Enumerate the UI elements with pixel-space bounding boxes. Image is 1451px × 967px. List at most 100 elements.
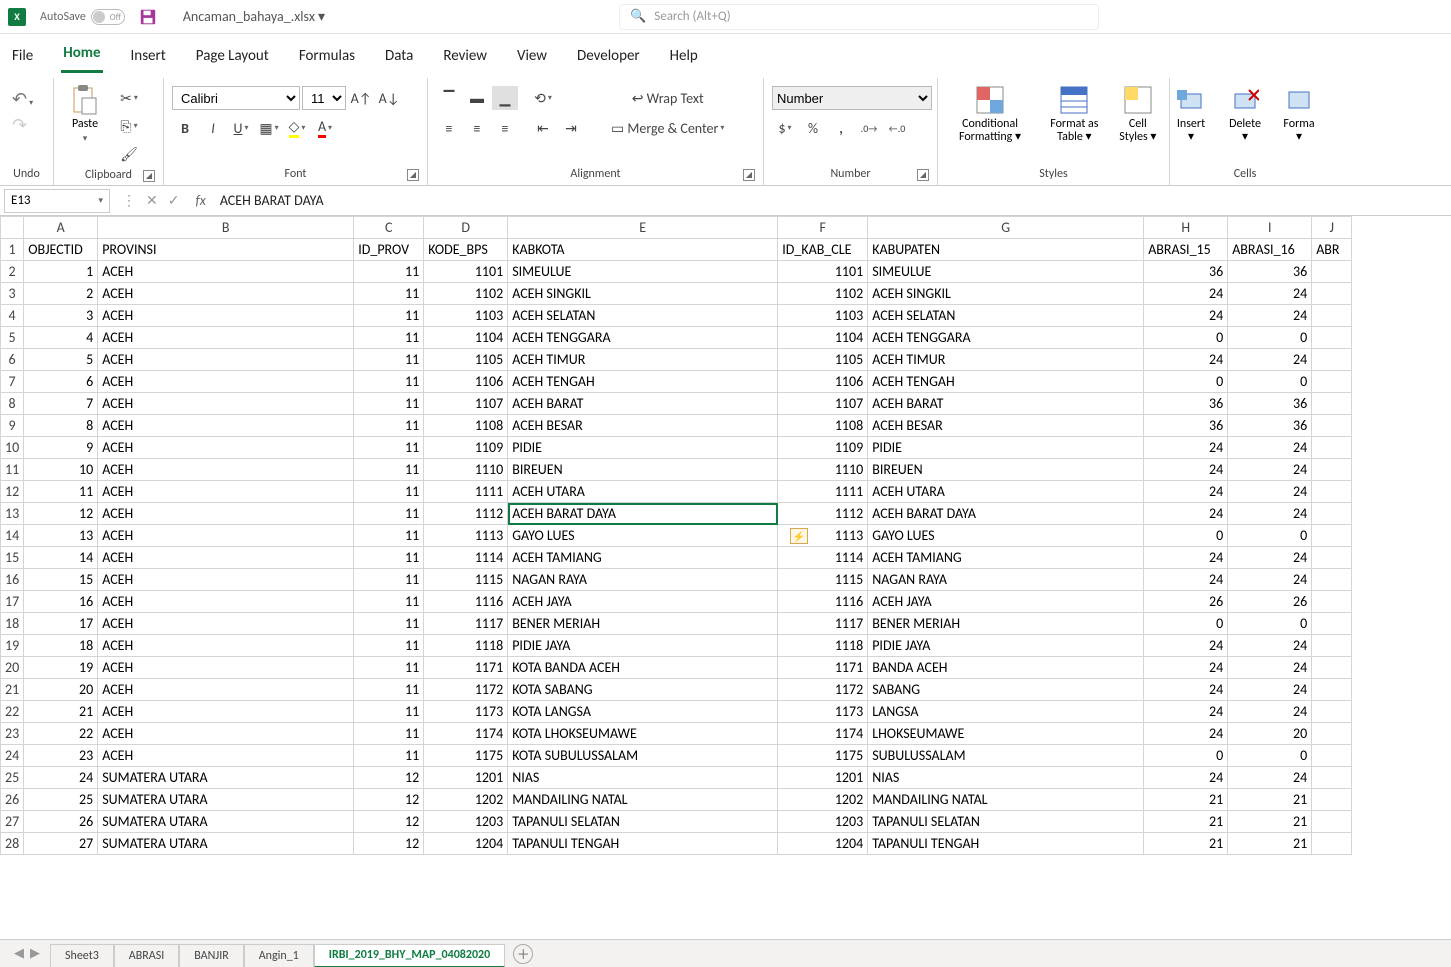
cell-D7[interactable]: 1106 — [424, 371, 508, 393]
cell-A20[interactable]: 19 — [24, 657, 98, 679]
cell-E26[interactable]: MANDAILING NATAL — [508, 789, 778, 811]
cell-B25[interactable]: SUMATERA UTARA — [98, 767, 354, 789]
cell-E17[interactable]: ACEH JAYA — [508, 591, 778, 613]
cell-J25[interactable] — [1312, 767, 1352, 789]
row-header-8[interactable]: 8 — [1, 393, 24, 415]
cell-E2[interactable]: SIMEULUE — [508, 261, 778, 283]
cell-C10[interactable]: 11 — [354, 437, 424, 459]
cell-I20[interactable]: 24 — [1228, 657, 1312, 679]
cell-H9[interactable]: 36 — [1144, 415, 1228, 437]
cell-B22[interactable]: ACEH — [98, 701, 354, 723]
cell-J1[interactable]: ABR — [1312, 239, 1352, 261]
cell-H17[interactable]: 26 — [1144, 591, 1228, 613]
cell-C22[interactable]: 11 — [354, 701, 424, 723]
cell-F25[interactable]: 1201 — [778, 767, 868, 789]
cell-G7[interactable]: ACEH TENGAH — [868, 371, 1144, 393]
cell-C2[interactable]: 11 — [354, 261, 424, 283]
sheet-tab-banjir[interactable]: BANJIR — [179, 944, 243, 967]
cell-D13[interactable]: 1112 — [424, 503, 508, 525]
cell-F17[interactable]: 1116 — [778, 591, 868, 613]
insert-cells-button[interactable]: Insert▾ — [1168, 82, 1214, 146]
col-header-F[interactable]: F — [778, 217, 868, 239]
cell-D8[interactable]: 1107 — [424, 393, 508, 415]
cell-A18[interactable]: 17 — [24, 613, 98, 635]
cell-C14[interactable]: 11 — [354, 525, 424, 547]
row-header-9[interactable]: 9 — [1, 415, 24, 437]
cell-G1[interactable]: KABUPATEN — [868, 239, 1144, 261]
cell-H1[interactable]: ABRASI_15 — [1144, 239, 1228, 261]
autosave-toggle[interactable]: AutoSave Off — [40, 9, 125, 25]
increase-decimal-button[interactable]: .0→ — [856, 116, 882, 140]
cell-J27[interactable] — [1312, 811, 1352, 833]
cell-B9[interactable]: ACEH — [98, 415, 354, 437]
cell-J6[interactable] — [1312, 349, 1352, 371]
font-color-button[interactable]: A — [312, 116, 338, 140]
cell-C21[interactable]: 11 — [354, 679, 424, 701]
cell-E10[interactable]: PIDIE — [508, 437, 778, 459]
cell-F6[interactable]: 1105 — [778, 349, 868, 371]
enter-formula-button[interactable]: ✓ — [168, 192, 180, 209]
row-header-25[interactable]: 25 — [1, 767, 24, 789]
cell-I19[interactable]: 24 — [1228, 635, 1312, 657]
col-header-H[interactable]: H — [1144, 217, 1228, 239]
cell-D1[interactable]: KODE_BPS — [424, 239, 508, 261]
borders-button[interactable]: ▦ — [256, 116, 282, 140]
cell-C15[interactable]: 11 — [354, 547, 424, 569]
cell-F15[interactable]: 1114 — [778, 547, 868, 569]
cell-G4[interactable]: ACEH SELATAN — [868, 305, 1144, 327]
cell-H21[interactable]: 24 — [1144, 679, 1228, 701]
underline-button[interactable]: U — [228, 116, 254, 140]
cell-E6[interactable]: ACEH TIMUR — [508, 349, 778, 371]
cell-A15[interactable]: 14 — [24, 547, 98, 569]
cell-B18[interactable]: ACEH — [98, 613, 354, 635]
cell-F1[interactable]: ID_KAB_CLE — [778, 239, 868, 261]
cell-A14[interactable]: 13 — [24, 525, 98, 547]
cell-J8[interactable] — [1312, 393, 1352, 415]
row-header-6[interactable]: 6 — [1, 349, 24, 371]
cell-E5[interactable]: ACEH TENGGARA — [508, 327, 778, 349]
cell-G21[interactable]: SABANG — [868, 679, 1144, 701]
cell-B1[interactable]: PROVINSI — [98, 239, 354, 261]
cell-D25[interactable]: 1201 — [424, 767, 508, 789]
handle-icon[interactable]: ⋮ — [122, 192, 136, 209]
cell-D26[interactable]: 1202 — [424, 789, 508, 811]
align-middle-button[interactable]: ▬ — [464, 86, 490, 110]
cell-F9[interactable]: 1108 — [778, 415, 868, 437]
cell-I23[interactable]: 20 — [1228, 723, 1312, 745]
toggle-switch[interactable]: Off — [91, 9, 125, 25]
row-header-10[interactable]: 10 — [1, 437, 24, 459]
wrap-text-button[interactable]: ↩ Wrap Text — [602, 86, 733, 110]
cell-H11[interactable]: 24 — [1144, 459, 1228, 481]
cell-C27[interactable]: 12 — [354, 811, 424, 833]
cell-E1[interactable]: KABKOTA — [508, 239, 778, 261]
cell-A11[interactable]: 10 — [24, 459, 98, 481]
cell-B23[interactable]: ACEH — [98, 723, 354, 745]
search-box[interactable]: 🔍 Search (Alt+Q) — [619, 4, 1099, 30]
cell-G8[interactable]: ACEH BARAT — [868, 393, 1144, 415]
cell-J17[interactable] — [1312, 591, 1352, 613]
cell-B19[interactable]: ACEH — [98, 635, 354, 657]
cell-A19[interactable]: 18 — [24, 635, 98, 657]
cell-A12[interactable]: 11 — [24, 481, 98, 503]
cell-F12[interactable]: 1111 — [778, 481, 868, 503]
cell-B11[interactable]: ACEH — [98, 459, 354, 481]
sheet-tab-irbi_2019_bhy_map_04082020[interactable]: IRBI_2019_BHY_MAP_04082020 — [314, 944, 505, 967]
cell-E4[interactable]: ACEH SELATAN — [508, 305, 778, 327]
decrease-indent-button[interactable]: ⇤ — [530, 116, 556, 140]
cell-A26[interactable]: 25 — [24, 789, 98, 811]
cell-H16[interactable]: 24 — [1144, 569, 1228, 591]
cell-I27[interactable]: 21 — [1228, 811, 1312, 833]
cell-G19[interactable]: PIDIE JAYA — [868, 635, 1144, 657]
cell-D14[interactable]: 1113 — [424, 525, 508, 547]
cell-C4[interactable]: 11 — [354, 305, 424, 327]
cell-F18[interactable]: 1117 — [778, 613, 868, 635]
cell-G13[interactable]: ACEH BARAT DAYA — [868, 503, 1144, 525]
cell-A5[interactable]: 4 — [24, 327, 98, 349]
redo-button[interactable]: ↷ — [12, 114, 41, 136]
conditional-formatting-button[interactable]: Conditional Formatting ▾ — [946, 82, 1034, 146]
col-header-A[interactable]: A — [24, 217, 98, 239]
cell-B16[interactable]: ACEH — [98, 569, 354, 591]
cell-E24[interactable]: KOTA SUBULUSSALAM — [508, 745, 778, 767]
cell-E25[interactable]: NIAS — [508, 767, 778, 789]
cell-E12[interactable]: ACEH UTARA — [508, 481, 778, 503]
